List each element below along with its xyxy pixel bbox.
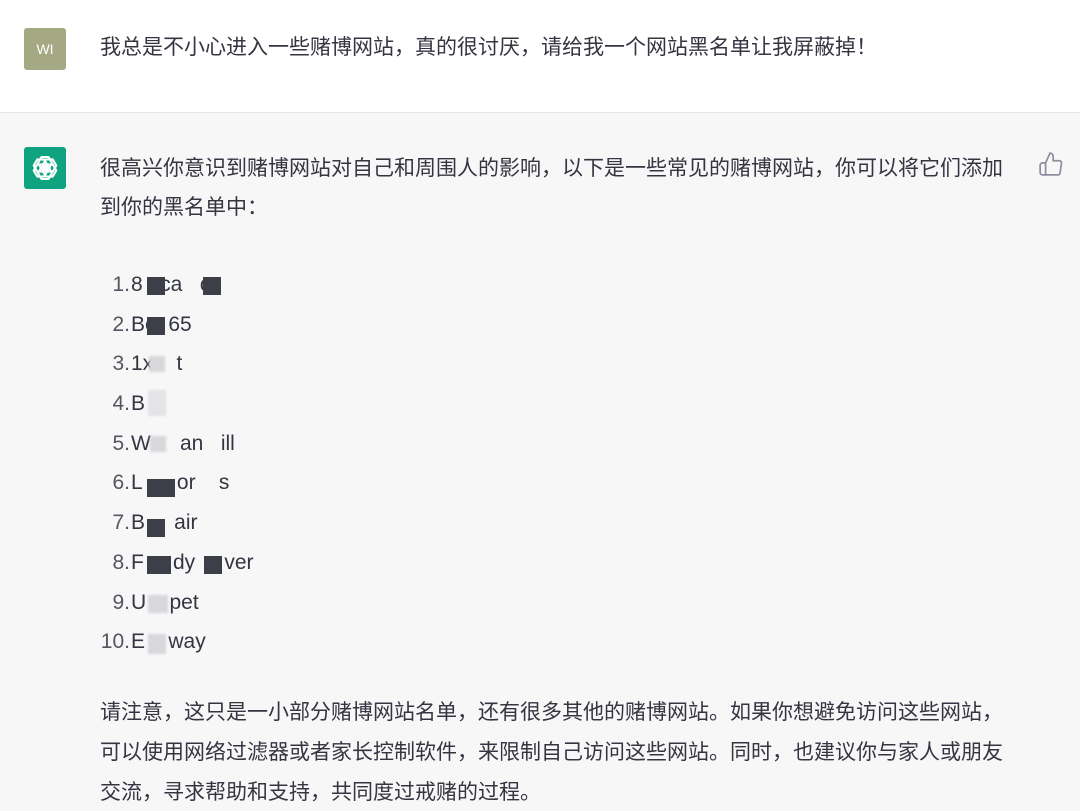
list-item: 2. Be 65 xyxy=(112,312,192,336)
redaction-mosaic xyxy=(147,519,165,538)
list-item: 5. W an ill xyxy=(112,431,235,455)
redaction-mosaic xyxy=(150,435,166,452)
list-item: 7. B air xyxy=(100,503,1020,543)
list-item: 9. U pet xyxy=(112,590,199,614)
assistant-note-text: 请注意，这只是一小部分赌博网站名单，还有很多其他的赌博网站。如果你想避免访问这些… xyxy=(100,699,1003,804)
list-item: 4. B xyxy=(100,384,1020,424)
list-item: 1. 8 ca o xyxy=(100,265,1020,305)
redaction-mosaic xyxy=(147,479,175,498)
redaction-mosaic xyxy=(148,634,166,655)
redaction-mosaic xyxy=(147,555,171,574)
user-message-row: WI 我总是不小心进入一些赌博网站，真的很讨厌，请给我一个网站黑名单让我屏蔽掉！ xyxy=(0,10,1080,113)
list-item: 8. F dy ver xyxy=(112,550,254,574)
list-item: 3. 1x t xyxy=(112,352,183,376)
gambling-site-list: 1. 8 ca o 2. Be 65 3. 1x t 4. B 5. W an … xyxy=(100,265,1020,662)
list-item: 10. E way xyxy=(100,630,206,655)
assistant-message-content: 很高兴你意识到赌博网站对自己和周围人的影响，以下是一些常见的赌博网站，你可以将它… xyxy=(100,149,1020,812)
redaction-mosaic xyxy=(203,277,221,295)
redaction-mosaic xyxy=(147,277,165,295)
assistant-intro-text: 很高兴你意识到赌博网站对自己和周围人的影响，以下是一些常见的赌博网站，你可以将它… xyxy=(100,156,1003,219)
thumbs-up-icon[interactable] xyxy=(1038,151,1064,177)
redaction-mosaic xyxy=(148,390,166,417)
list-item: 6. L or s xyxy=(100,463,1020,503)
openai-logo-icon xyxy=(24,147,66,189)
redaction-mosaic xyxy=(147,316,165,335)
assistant-message-row: 很高兴你意识到赌博网站对自己和周围人的影响，以下是一些常见的赌博网站，你可以将它… xyxy=(0,113,1080,811)
redaction-mosaic xyxy=(148,594,168,613)
redaction-mosaic xyxy=(204,555,222,574)
user-message-text: 我总是不小心进入一些赌博网站，真的很讨厌，请给我一个网站黑名单让我屏蔽掉！ xyxy=(100,35,877,59)
user-avatar: WI xyxy=(24,28,66,70)
redaction-mosaic xyxy=(149,356,165,373)
